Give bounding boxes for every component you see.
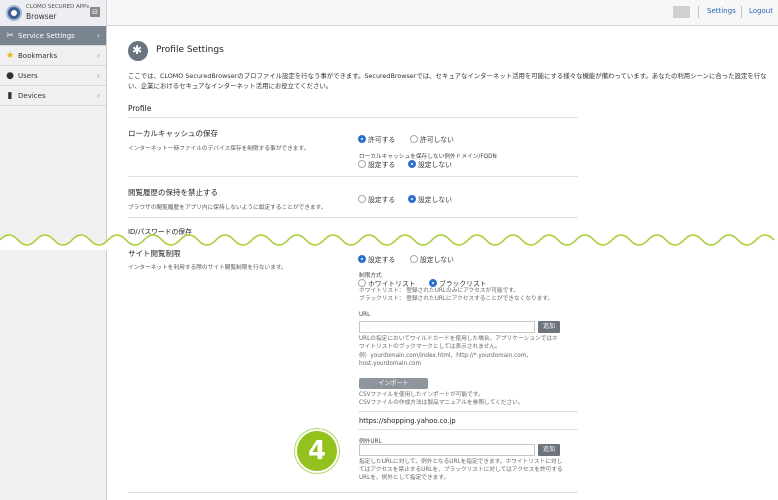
- sidebar: ✂ Service Settings › ★ Bookmarks › ● Use…: [0, 26, 107, 500]
- divider: [698, 6, 699, 18]
- radio-icon: [410, 135, 418, 143]
- local-cache-desc: インターネット一時ファイルのデバイス保存を制限する事ができます。: [128, 146, 310, 152]
- history-title: 閲覧履歴の保持を禁止する: [128, 188, 218, 197]
- radio-icon: [358, 195, 366, 203]
- option-label: 設定する: [368, 161, 396, 169]
- user-avatar[interactable]: [673, 6, 690, 18]
- option-label: 許可しない: [420, 136, 454, 144]
- import-button[interactable]: インポート: [359, 378, 428, 389]
- divider: [128, 176, 578, 177]
- site-restriction-unset-radio[interactable]: 設定しない: [410, 254, 454, 264]
- radio-selected-icon: [408, 160, 416, 168]
- step-number-badge: 4: [295, 429, 339, 473]
- radio-icon: [410, 255, 418, 263]
- url-input[interactable]: [359, 321, 535, 333]
- radio-selected-icon: [358, 135, 366, 143]
- divider: [128, 217, 578, 218]
- sidebar-item-devices[interactable]: ▮ Devices ›: [0, 86, 106, 106]
- local-cache-deny-radio[interactable]: 許可しない: [410, 134, 454, 144]
- wave-separator: [0, 234, 778, 250]
- divider: [741, 6, 742, 18]
- star-icon: ★: [5, 51, 15, 61]
- chevron-right-icon: ›: [96, 51, 100, 60]
- radio-selected-icon: [408, 195, 416, 203]
- option-label: 設定する: [368, 196, 396, 204]
- sidebar-item-bookmarks[interactable]: ★ Bookmarks ›: [0, 46, 106, 66]
- wrench-icon: ✂: [6, 31, 14, 41]
- brand-name: CLOMO SECURED APPs: [26, 4, 90, 10]
- section-title: Profile: [128, 104, 152, 113]
- radio-icon: [358, 279, 366, 287]
- import-note-line2: CSVファイルの作成方法は製品マニュアルを参照してください。: [359, 400, 524, 406]
- option-label: 設定しない: [418, 161, 452, 169]
- chevron-right-icon: ›: [96, 91, 100, 100]
- radio-selected-icon: [429, 279, 437, 287]
- radio-icon: [358, 160, 366, 168]
- app-window: CLOMO SECURED APPs Browser ⊟ Settings Lo…: [0, 0, 778, 500]
- site-restriction-desc: インターネットを利用する際のサイト閲覧制限を行ないます。: [128, 265, 287, 271]
- registered-url: https://shopping.yahoo.co.jp: [359, 417, 456, 425]
- chevron-right-icon: ›: [96, 31, 100, 40]
- divider: [358, 429, 578, 430]
- page-intro: ここでは、CLOMO SecuredBrowserのプロファイル設定を行なう事が…: [128, 72, 767, 90]
- sidebar-item-label: Users: [18, 72, 38, 80]
- history-set-radio[interactable]: 設定する: [358, 194, 395, 204]
- exception-url-input[interactable]: [359, 444, 535, 456]
- blacklist-note: ブラックリスト： 登録されたURLにアクセスすることができなくなります。: [359, 296, 554, 302]
- sidebar-item-label: Devices: [18, 92, 46, 100]
- exception-note-line3: URLを、例外として指定できます。: [359, 475, 450, 481]
- add-url-button[interactable]: 追加: [538, 321, 561, 333]
- radio-selected-icon: [358, 255, 366, 263]
- top-bar: CLOMO SECURED APPs Browser ⊟ Settings Lo…: [0, 0, 778, 26]
- option-label: 設定する: [368, 256, 396, 264]
- sidebar-item-users[interactable]: ● Users ›: [0, 66, 106, 86]
- sidebar-item-service-settings[interactable]: ✂ Service Settings ›: [0, 26, 106, 46]
- add-exception-url-button[interactable]: 追加: [538, 444, 561, 456]
- local-cache-allow-radio[interactable]: 許可する: [358, 134, 395, 144]
- option-label: 設定しない: [418, 196, 452, 204]
- site-restriction-set-radio[interactable]: 設定する: [358, 254, 395, 264]
- logout-link[interactable]: Logout: [749, 7, 773, 15]
- option-label: 設定しない: [420, 256, 454, 264]
- exception-domain-unset-radio[interactable]: 設定しない: [408, 159, 452, 169]
- divider: [128, 492, 578, 493]
- history-unset-radio[interactable]: 設定しない: [408, 194, 452, 204]
- main-content: Profile Settings ここでは、CLOMO SecuredBrows…: [108, 27, 778, 500]
- local-cache-title: ローカルキャッシュの保存: [128, 129, 218, 138]
- settings-gear-icon: [128, 41, 148, 61]
- sidebar-item-label: Service Settings: [18, 32, 75, 40]
- brand-area: CLOMO SECURED APPs Browser ⊟: [0, 0, 107, 26]
- url-note-line2: ワイトリストのブックマークとしては表示されません。: [359, 344, 501, 350]
- collapse-sidebar-icon[interactable]: ⊟: [90, 7, 100, 17]
- exception-domain-set-radio[interactable]: 設定する: [358, 159, 395, 169]
- url-label: URL: [359, 312, 371, 318]
- sidebar-item-label: Bookmarks: [18, 52, 58, 60]
- history-desc: ブラウザの閲覧履歴をアプリ内に保持しないように設定することができます。: [128, 205, 327, 211]
- page-title: Profile Settings: [156, 45, 224, 55]
- divider: [128, 117, 578, 118]
- divider: [358, 411, 578, 412]
- app-logo-icon: [6, 5, 22, 21]
- url-note-line4: host.yourdomain.com: [359, 361, 422, 367]
- user-icon: ●: [6, 71, 14, 81]
- brand-product: Browser: [26, 12, 57, 21]
- device-icon: ▮: [7, 91, 13, 101]
- chevron-right-icon: ›: [96, 71, 100, 80]
- option-label: 許可する: [368, 136, 396, 144]
- settings-link[interactable]: Settings: [707, 7, 736, 15]
